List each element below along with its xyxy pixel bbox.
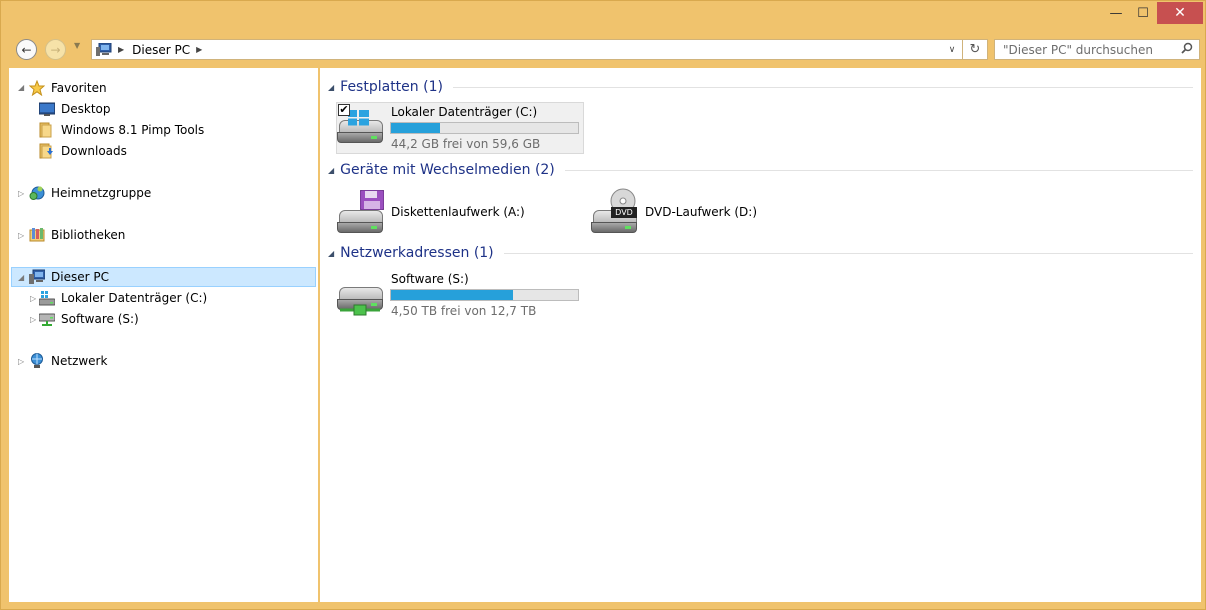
search-icon[interactable]: [1181, 42, 1193, 58]
tree-item-label: Heimnetzgruppe: [51, 186, 152, 200]
content-pane: ◢ Festplatten (1) ✔ Lokaler Datenträger …: [320, 68, 1201, 602]
navigation-pane: ◢ Favoriten Desktop Windows 8.1 Pimp Too…: [9, 68, 318, 602]
forward-arrow-icon: →: [50, 42, 61, 57]
computer-icon: [96, 42, 112, 56]
tree-item-label: Software (S:): [61, 312, 139, 326]
tree-item-drive-c[interactable]: Lokaler Datenträger (C:): [38, 288, 208, 308]
back-button[interactable]: ←: [16, 39, 37, 60]
windows-drive-icon: [38, 290, 56, 306]
collapse-arrow-icon[interactable]: ◢: [18, 83, 24, 92]
drive-space-info: 4,50 TB frei von 12,7 TB: [391, 304, 537, 318]
star-icon: [28, 79, 46, 97]
search-box[interactable]: "Dieser PC" durchsuchen: [994, 39, 1200, 60]
network-drive-icon: [38, 311, 56, 327]
recent-locations-button[interactable]: ▼: [74, 41, 80, 50]
computer-icon: [29, 269, 46, 285]
forward-button[interactable]: →: [45, 39, 66, 60]
desktop-icon: [38, 101, 56, 117]
collapse-arrow-icon[interactable]: ◢: [328, 249, 334, 258]
network-cable-icon: [340, 304, 380, 316]
drive-name: Diskettenlaufwerk (A:): [391, 205, 525, 219]
address-bar[interactable]: ▶ Dieser PC ▶ ∨ ↻: [91, 39, 988, 60]
tree-item-libraries[interactable]: Bibliotheken: [29, 225, 125, 245]
tree-item-this-pc[interactable]: Dieser PC: [29, 267, 109, 287]
drive-usage-fill: [391, 123, 440, 133]
group-title: Netzwerkadressen (1): [340, 245, 494, 261]
folder-icon: [39, 122, 55, 138]
expand-arrow-icon[interactable]: ▷: [18, 231, 24, 240]
group-header-hard-drives[interactable]: ◢ Festplatten (1): [328, 79, 1193, 95]
homegroup-icon: [29, 185, 45, 201]
libraries-icon: [29, 227, 45, 243]
group-divider: [452, 86, 1193, 88]
close-button[interactable]: ✕: [1157, 2, 1203, 24]
collapse-arrow-icon[interactable]: ◢: [328, 83, 334, 92]
minimize-button[interactable]: —: [1103, 2, 1129, 24]
tree-item-desktop[interactable]: Desktop: [38, 99, 111, 119]
drive-usage-fill: [391, 290, 513, 300]
tree-item-pimp-tools[interactable]: Windows 8.1 Pimp Tools: [39, 120, 204, 140]
group-title: Geräte mit Wechselmedien (2): [340, 162, 555, 178]
group-title: Festplatten (1): [340, 79, 443, 95]
drive-usage-bar: [390, 122, 579, 134]
tree-item-label: Favoriten: [51, 81, 107, 95]
tree-item-drive-s[interactable]: Software (S:): [38, 309, 139, 329]
item-checkbox[interactable]: ✔: [338, 104, 350, 116]
expand-arrow-icon[interactable]: ▷: [30, 294, 36, 303]
refresh-button[interactable]: ↻: [962, 40, 987, 59]
tree-item-label: Downloads: [61, 144, 127, 158]
tree-item-label: Desktop: [61, 102, 111, 116]
dvd-badge: DVD: [611, 207, 637, 218]
drive-name: Software (S:): [391, 272, 469, 286]
tree-item-label: Lokaler Datenträger (C:): [61, 291, 208, 305]
collapse-arrow-icon[interactable]: ◢: [328, 166, 334, 175]
drive-name: DVD-Laufwerk (D:): [645, 205, 758, 219]
back-arrow-icon: ←: [21, 42, 32, 57]
tree-item-label: Bibliotheken: [51, 228, 126, 242]
breadcrumb-separator-icon[interactable]: ▶: [196, 45, 202, 54]
expand-arrow-icon[interactable]: ▷: [18, 357, 24, 366]
group-divider: [564, 169, 1193, 171]
expand-arrow-icon[interactable]: ▷: [18, 189, 24, 198]
drive-usage-bar: [390, 289, 579, 301]
maximize-button[interactable]: ☐: [1130, 2, 1156, 24]
drive-name: Lokaler Datenträger (C:): [391, 105, 538, 119]
search-placeholder: "Dieser PC" durchsuchen: [1003, 42, 1153, 57]
tree-item-label: Dieser PC: [51, 270, 109, 284]
group-header-removable[interactable]: ◢ Geräte mit Wechselmedien (2): [328, 162, 1193, 178]
windows-logo-icon: [348, 110, 369, 126]
breadcrumb-separator-icon: ▶: [118, 45, 125, 54]
breadcrumb-item[interactable]: Dieser PC: [132, 43, 190, 57]
tree-item-homegroup[interactable]: Heimnetzgruppe: [29, 183, 151, 203]
tree-item-label: Windows 8.1 Pimp Tools: [61, 123, 205, 137]
collapse-arrow-icon[interactable]: ◢: [18, 273, 24, 282]
drive-space-info: 44,2 GB frei von 59,6 GB: [391, 137, 541, 151]
floppy-disk-icon: [360, 190, 384, 210]
downloads-folder-icon: [39, 143, 55, 159]
tree-item-network[interactable]: Netzwerk: [29, 351, 107, 371]
address-dropdown-button[interactable]: ∨: [944, 40, 960, 59]
tree-item-favorites[interactable]: Favoriten: [28, 78, 107, 98]
group-divider: [503, 252, 1193, 254]
group-header-network[interactable]: ◢ Netzwerkadressen (1): [328, 245, 1193, 261]
tree-item-downloads[interactable]: Downloads: [39, 141, 127, 161]
network-icon: [29, 353, 45, 369]
tree-item-label: Netzwerk: [51, 354, 108, 368]
window-frame: — ☐ ✕ ← → ▼ ▶ Dieser PC ▶ ∨ ↻ "Dieser PC…: [0, 0, 1206, 610]
expand-arrow-icon[interactable]: ▷: [30, 315, 36, 324]
